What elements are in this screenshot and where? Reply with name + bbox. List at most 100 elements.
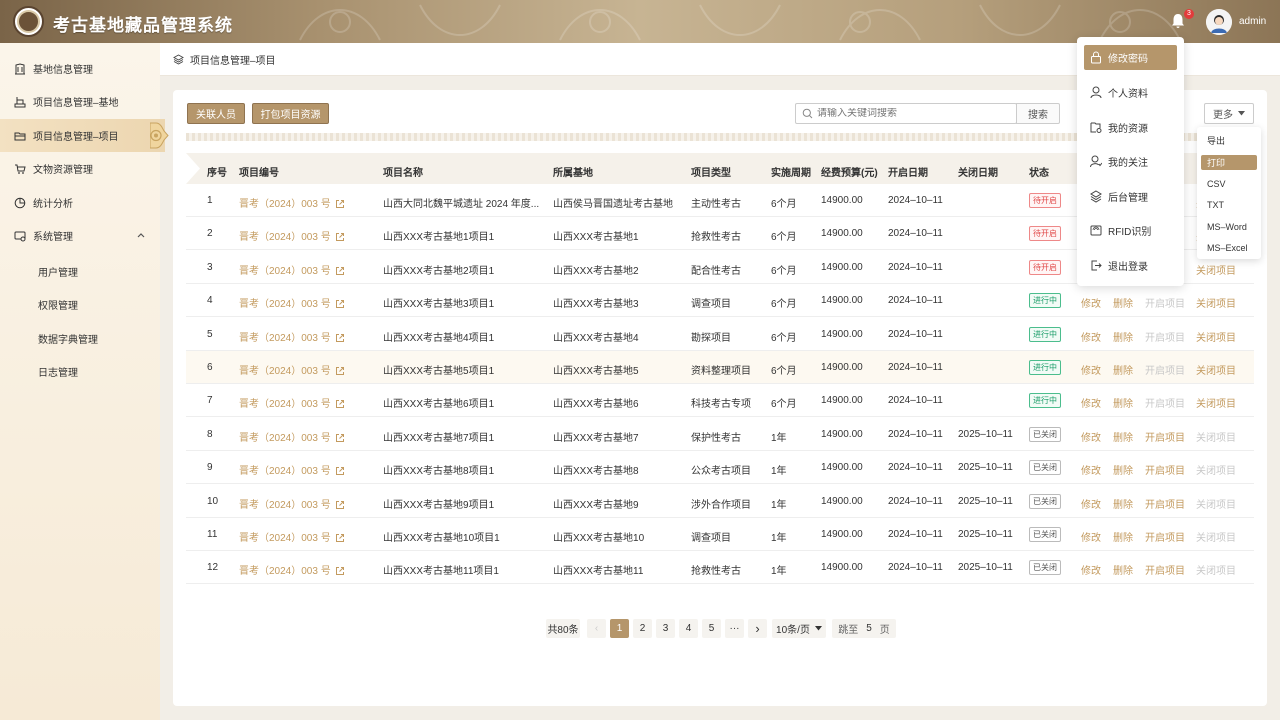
project-code-link[interactable]: 晋考（2024）003 号 [239,529,345,544]
sidebar-sub-dictionary[interactable]: 数据字典管理 [38,331,98,346]
open-project-button[interactable]: 开启项目 [1145,529,1185,544]
project-code-link-text[interactable]: 晋考（2024）003 号 [239,566,331,577]
external-link-icon[interactable] [335,366,345,376]
sidebar-item-relics[interactable]: 文物资源管理 [0,152,160,185]
sidebar-item-project-base[interactable]: 项目信息管理–基地 [0,85,160,118]
open-project-button[interactable]: 开启项目 [1145,395,1185,410]
edit-button[interactable]: 修改 [1081,462,1101,477]
avatar[interactable] [1206,9,1232,35]
project-code-link[interactable]: 晋考（2024）003 号 [239,429,345,444]
project-code-link[interactable]: 晋考（2024）003 号 [239,362,345,377]
edit-button[interactable]: 修改 [1081,362,1101,377]
close-project-button[interactable]: 关闭项目 [1196,429,1236,444]
close-project-button[interactable]: 关闭项目 [1196,496,1236,511]
delete-button[interactable]: 删除 [1113,295,1133,310]
external-link-icon[interactable] [335,299,345,309]
menu-my-follows[interactable]: 我的关注 [1084,149,1177,174]
external-link-icon[interactable] [335,566,345,576]
goto-input[interactable]: 5 [866,623,872,634]
project-code-link[interactable]: 晋考（2024）003 号 [239,195,345,210]
delete-button[interactable]: 删除 [1113,462,1133,477]
pagination-next[interactable]: › [748,619,767,638]
edit-button[interactable]: 修改 [1081,395,1101,410]
open-project-button[interactable]: 开启项目 [1145,329,1185,344]
pagination-page-2[interactable]: 2 [633,619,652,638]
bell-icon[interactable] [1171,13,1185,29]
external-link-icon[interactable] [335,500,345,510]
delete-button[interactable]: 删除 [1113,362,1133,377]
project-code-link[interactable]: 晋考（2024）003 号 [239,395,345,410]
delete-button[interactable]: 删除 [1113,429,1133,444]
more-item-export[interactable]: 导出 [1201,133,1257,148]
edit-button[interactable]: 修改 [1081,529,1101,544]
edit-button[interactable]: 修改 [1081,562,1101,577]
sidebar-item-system[interactable]: 系统管理 [0,219,160,252]
project-code-link[interactable]: 晋考（2024）003 号 [239,295,345,310]
external-link-icon[interactable] [335,533,345,543]
project-code-link-text[interactable]: 晋考（2024）003 号 [239,466,331,477]
project-code-link-text[interactable]: 晋考（2024）003 号 [239,333,331,344]
more-item-word[interactable]: MS–Word [1201,219,1257,234]
project-code-link-text[interactable]: 晋考（2024）003 号 [239,299,331,310]
external-link-icon[interactable] [335,266,345,276]
pagination-page-1[interactable]: 1 [610,619,629,638]
menu-logout[interactable]: 退出登录 [1084,253,1177,278]
pagination-page-4[interactable]: 4 [679,619,698,638]
sidebar-sub-logs[interactable]: 日志管理 [38,364,78,379]
close-project-button[interactable]: 关闭项目 [1196,462,1236,477]
project-code-link-text[interactable]: 晋考（2024）003 号 [239,199,331,210]
search-input[interactable] [817,108,1007,119]
close-project-button[interactable]: 关闭项目 [1196,262,1236,277]
page-size-select[interactable]: 10条/页 [772,619,826,638]
more-item-txt[interactable]: TXT [1201,197,1257,212]
search-button[interactable]: 搜索 [1016,103,1060,124]
sidebar-item-statistics[interactable]: 统计分析 [0,186,160,219]
related-people-button[interactable]: 关联人员 [187,103,245,124]
user-name[interactable]: admin [1239,16,1266,27]
sidebar-sub-users[interactable]: 用户管理 [38,264,78,279]
external-link-icon[interactable] [335,399,345,409]
pagination-ellipsis[interactable]: ··· [725,619,744,638]
more-button[interactable]: 更多 [1204,103,1254,124]
edit-button[interactable]: 修改 [1081,429,1101,444]
close-project-button[interactable]: 关闭项目 [1196,329,1236,344]
sidebar-item-project-project[interactable]: 项目信息管理–项目 [0,119,169,152]
project-code-link[interactable]: 晋考（2024）003 号 [239,462,345,477]
menu-profile[interactable]: 个人资料 [1084,80,1177,105]
open-project-button[interactable]: 开启项目 [1145,429,1185,444]
menu-admin[interactable]: 后台管理 [1084,184,1177,209]
sidebar-sub-permissions[interactable]: 权限管理 [38,297,78,312]
project-code-link-text[interactable]: 晋考（2024）003 号 [239,366,331,377]
sidebar-item-base-info[interactable]: 基地信息管理 [0,52,160,85]
search-field[interactable] [795,103,1017,124]
pagination-page-3[interactable]: 3 [656,619,675,638]
delete-button[interactable]: 删除 [1113,329,1133,344]
project-code-link[interactable]: 晋考（2024）003 号 [239,329,345,344]
open-project-button[interactable]: 开启项目 [1145,462,1185,477]
menu-rfid[interactable]: RFID识别 [1084,218,1177,243]
more-item-csv[interactable]: CSV [1201,176,1257,191]
project-code-link-text[interactable]: 晋考（2024）003 号 [239,433,331,444]
external-link-icon[interactable] [335,232,345,242]
open-project-button[interactable]: 开启项目 [1145,496,1185,511]
project-code-link-text[interactable]: 晋考（2024）003 号 [239,399,331,410]
more-item-print[interactable]: 打印 [1201,155,1257,170]
external-link-icon[interactable] [335,199,345,209]
chevron-up-icon[interactable] [137,232,145,238]
open-project-button[interactable]: 开启项目 [1145,295,1185,310]
close-project-button[interactable]: 关闭项目 [1196,529,1236,544]
external-link-icon[interactable] [335,333,345,343]
delete-button[interactable]: 删除 [1113,529,1133,544]
delete-button[interactable]: 删除 [1113,496,1133,511]
external-link-icon[interactable] [335,433,345,443]
project-code-link[interactable]: 晋考（2024）003 号 [239,262,345,277]
project-code-link-text[interactable]: 晋考（2024）003 号 [239,266,331,277]
external-link-icon[interactable] [335,466,345,476]
open-project-button[interactable]: 开启项目 [1145,562,1185,577]
more-item-excel[interactable]: MS–Excel [1201,240,1257,255]
open-project-button[interactable]: 开启项目 [1145,362,1185,377]
project-code-link[interactable]: 晋考（2024）003 号 [239,562,345,577]
edit-button[interactable]: 修改 [1081,496,1101,511]
project-code-link[interactable]: 晋考（2024）003 号 [239,228,345,243]
close-project-button[interactable]: 关闭项目 [1196,295,1236,310]
